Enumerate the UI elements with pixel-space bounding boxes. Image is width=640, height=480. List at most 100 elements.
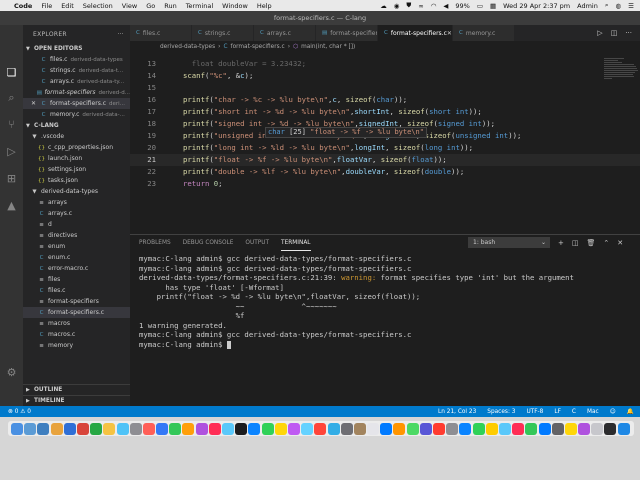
source-control-icon[interactable]: ⑂ bbox=[4, 117, 19, 132]
volume-icon[interactable]: ◀ bbox=[443, 2, 448, 10]
menu-terminal[interactable]: Terminal bbox=[186, 2, 213, 10]
tree-file[interactable]: {} settings.json bbox=[23, 164, 130, 175]
terminal-output[interactable]: mymac:C-lang admin$ gcc derived-data-typ… bbox=[139, 254, 634, 402]
tab-debug-console[interactable]: DEBUG CONSOLE bbox=[183, 235, 234, 251]
trash-icon[interactable]: 🗑 bbox=[587, 239, 596, 247]
editor-tab[interactable]: Cfiles.c bbox=[130, 25, 192, 41]
tab-terminal[interactable]: TERMINAL bbox=[281, 235, 311, 251]
dock-app-icon[interactable] bbox=[353, 422, 366, 435]
wifi-icon[interactable]: ◠ bbox=[431, 2, 437, 10]
dock-app-icon[interactable] bbox=[314, 422, 327, 435]
tree-file[interactable]: ≡ files bbox=[23, 274, 130, 285]
run-debug-icon[interactable]: ▷ bbox=[4, 144, 19, 159]
platform[interactable]: Mac bbox=[587, 409, 599, 415]
dock-app-icon[interactable] bbox=[604, 422, 617, 435]
minimap[interactable] bbox=[600, 52, 640, 234]
run-icon[interactable]: ▷ bbox=[597, 29, 602, 37]
dock-app-icon[interactable] bbox=[156, 422, 169, 435]
dock-app-icon[interactable] bbox=[182, 422, 195, 435]
open-editor-item[interactable]: Cfiles.c derived-data-types bbox=[23, 54, 130, 65]
remote-icon[interactable]: ▲ bbox=[4, 198, 19, 213]
dock-app-icon[interactable] bbox=[169, 422, 182, 435]
tab-problems[interactable]: PROBLEMS bbox=[139, 235, 171, 251]
dock-app-icon[interactable] bbox=[142, 422, 155, 435]
dock-app-icon[interactable] bbox=[406, 422, 419, 435]
menu-view[interactable]: View bbox=[122, 2, 137, 10]
open-editors-header[interactable]: ▼ OPEN EDITORS bbox=[23, 43, 130, 54]
breadcrumb-file[interactable]: format-specifiers.c bbox=[231, 44, 285, 50]
tree-file[interactable]: Cmacros.c bbox=[23, 329, 130, 340]
menu-code[interactable]: Code bbox=[14, 2, 32, 10]
tree-file[interactable]: ≡ d bbox=[23, 219, 130, 230]
dock-app-icon[interactable] bbox=[235, 422, 248, 435]
dock-app-icon[interactable] bbox=[50, 422, 63, 435]
open-editor-item[interactable]: ▤ format-specifiers derived-d... bbox=[23, 87, 130, 98]
user-name[interactable]: Admin bbox=[577, 2, 598, 10]
tree-file[interactable]: Cerror-macro.c bbox=[23, 263, 130, 274]
close-icon[interactable]: ✕ bbox=[617, 239, 623, 247]
battery-percent[interactable]: 99% bbox=[455, 2, 469, 10]
menu-run[interactable]: Run bbox=[164, 2, 176, 10]
feedback-icon[interactable]: ☺ bbox=[610, 409, 616, 415]
dock-app-icon[interactable] bbox=[433, 422, 445, 435]
dock-app-icon[interactable] bbox=[248, 422, 261, 435]
open-editor-item[interactable]: Cmemory.c derived-data-... bbox=[23, 109, 130, 120]
tree-file[interactable]: ≡ macros bbox=[23, 318, 130, 329]
dock-app-icon[interactable] bbox=[459, 422, 472, 435]
dock-app-icon[interactable] bbox=[116, 422, 129, 435]
problems-count[interactable]: ⊗ 0 ⚠ 0 bbox=[8, 409, 31, 415]
timeline-header[interactable]: ▶ TIMELINE bbox=[23, 395, 130, 406]
breadcrumb-symbol[interactable]: main(int, char * []) bbox=[301, 44, 355, 50]
chevron-up-icon[interactable]: ⌃ bbox=[603, 239, 609, 247]
dock-app-icon[interactable] bbox=[76, 422, 89, 435]
dock-app-icon[interactable] bbox=[393, 422, 406, 435]
menu-help[interactable]: Help bbox=[257, 2, 272, 10]
dock-app-icon[interactable] bbox=[498, 422, 511, 435]
tree-file[interactable]: {} c_cpp_properties.json bbox=[23, 142, 130, 153]
bell-icon[interactable]: 🔔 bbox=[627, 409, 634, 415]
record-icon[interactable]: ◉ bbox=[394, 2, 400, 10]
editor-tab[interactable]: Cstrings.c bbox=[192, 25, 254, 41]
cursor-position[interactable]: Ln 21, Col 23 bbox=[438, 409, 476, 415]
dock-app-icon[interactable] bbox=[261, 422, 274, 435]
dock-app-icon[interactable] bbox=[564, 422, 577, 435]
outline-header[interactable]: ▶ OUTLINE bbox=[23, 384, 130, 395]
dock-app-icon[interactable] bbox=[472, 422, 485, 435]
language-mode[interactable]: C bbox=[572, 409, 576, 415]
tree-file[interactable]: Cformat-specifiers.c bbox=[23, 307, 130, 318]
tree-folder[interactable]: ▼ .vscode bbox=[23, 131, 130, 142]
editor-tab[interactable]: ▤ format-specifiers bbox=[316, 25, 378, 41]
dock-app-icon[interactable] bbox=[195, 422, 208, 435]
tree-file[interactable]: Carrays.c bbox=[23, 208, 130, 219]
dock-app-icon[interactable] bbox=[11, 422, 23, 435]
close-icon[interactable]: ✕ bbox=[31, 100, 39, 107]
shield-icon[interactable]: ⛊ bbox=[406, 1, 411, 10]
new-terminal-icon[interactable]: + bbox=[558, 239, 564, 247]
dock-app-icon[interactable] bbox=[287, 422, 300, 435]
extensions-icon[interactable]: ⊞ bbox=[4, 171, 19, 186]
more-actions-icon[interactable]: ··· bbox=[117, 31, 124, 38]
creative-cloud-icon[interactable]: ∞ bbox=[418, 2, 423, 10]
more-actions-icon[interactable]: ··· bbox=[625, 29, 632, 37]
dock-app-icon[interactable] bbox=[327, 422, 340, 435]
split-terminal-icon[interactable]: ◫ bbox=[572, 239, 579, 247]
editor-tab[interactable]: Carrays.c bbox=[254, 25, 316, 41]
tab-output[interactable]: OUTPUT bbox=[245, 235, 269, 251]
open-editor-item[interactable]: ✕ Cformat-specifiers.c deri... bbox=[23, 98, 130, 109]
dock-app-icon[interactable] bbox=[222, 422, 234, 435]
dock-app-icon[interactable] bbox=[24, 422, 37, 435]
tree-file[interactable]: ≡ arrays bbox=[23, 197, 130, 208]
tree-file[interactable]: ≡ directives bbox=[23, 230, 130, 241]
menu-go[interactable]: Go bbox=[146, 2, 155, 10]
dock-app-icon[interactable] bbox=[208, 422, 221, 435]
menu-selection[interactable]: Selection bbox=[83, 2, 113, 10]
editor-tab[interactable]: Cmemory.c bbox=[453, 25, 515, 41]
open-editor-item[interactable]: Cstrings.c derived-data-t... bbox=[23, 65, 130, 76]
dock-app-icon[interactable] bbox=[37, 422, 50, 435]
terminal-select[interactable]: 1: bash ⌄ bbox=[468, 237, 550, 248]
dock-app-icon[interactable] bbox=[274, 422, 287, 435]
dock-app-icon[interactable] bbox=[512, 422, 525, 435]
clock-text[interactable]: Wed 29 Apr 2:37 pm bbox=[503, 2, 570, 10]
indentation[interactable]: Spaces: 3 bbox=[487, 409, 515, 415]
dock-app-icon[interactable] bbox=[525, 422, 538, 435]
